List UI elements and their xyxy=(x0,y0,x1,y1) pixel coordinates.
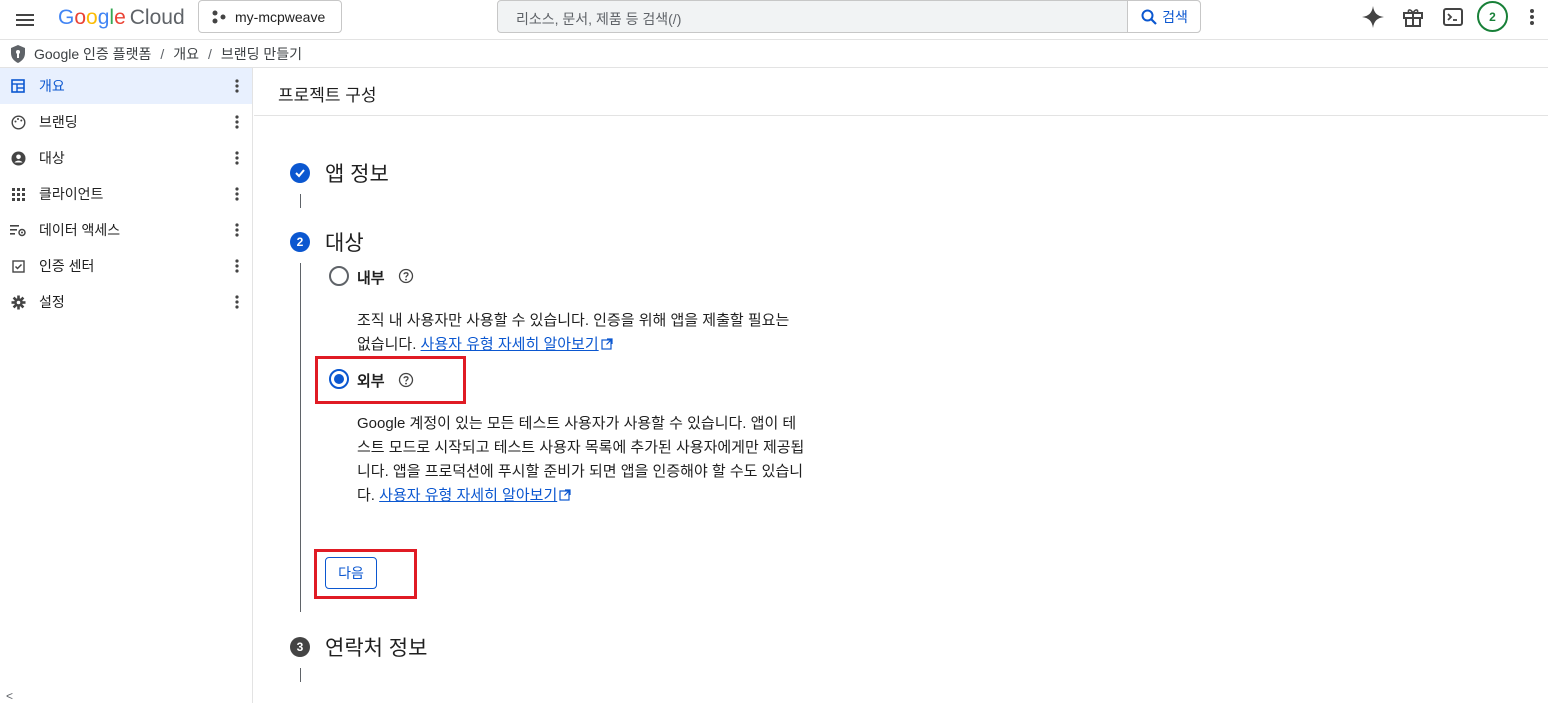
open-in-new-icon xyxy=(601,334,613,358)
more-vert-icon[interactable] xyxy=(235,78,239,94)
apps-grid-icon xyxy=(10,186,26,202)
radio-external[interactable] xyxy=(329,369,349,389)
option-label-internal[interactable]: 내부 xyxy=(357,267,385,288)
project-picker[interactable]: my-mcpweave xyxy=(198,0,342,33)
more-vert-icon[interactable] xyxy=(235,186,239,202)
sidebar-item-data-access[interactable]: 데이터 액세스 xyxy=(0,212,252,248)
menu-icon[interactable] xyxy=(12,7,38,33)
google-cloud-logo[interactable]: Google Cloud xyxy=(58,4,185,32)
more-vert-icon[interactable] xyxy=(235,222,239,238)
more-vert-icon[interactable] xyxy=(1519,4,1545,30)
cloud-shell-terminal-icon[interactable] xyxy=(1440,4,1466,30)
sidebar-item-label: 설정 xyxy=(39,294,65,310)
sidebar-item-overview[interactable]: 개요 xyxy=(0,68,252,104)
more-vert-icon[interactable] xyxy=(235,258,239,274)
divider xyxy=(254,115,1548,116)
sidebar-item-label: 데이터 액세스 xyxy=(39,222,121,238)
gift-icon[interactable] xyxy=(1400,4,1426,30)
learn-user-types-link[interactable]: 사용자 유형 자세히 알아보기 xyxy=(379,487,557,504)
sidebar-item-settings[interactable]: 설정 xyxy=(0,284,252,320)
sidebar-item-label: 브랜딩 xyxy=(39,114,78,130)
open-in-new-icon xyxy=(559,485,571,509)
breadcrumb-separator: / xyxy=(207,45,212,62)
sidebar-nav: 개요 브랜딩 대상 클라이언트 데이터 액세스 인증 센터 설정 < xyxy=(0,68,253,703)
check-circle-icon xyxy=(290,163,310,183)
learn-user-types-link[interactable]: 사용자 유형 자세히 알아보기 xyxy=(421,336,599,353)
shield-icon xyxy=(8,44,28,64)
project-nodes-icon xyxy=(211,9,227,25)
option-description-external: Google 계정이 있는 모든 테스트 사용자가 사용할 수 있습니다. 앱이… xyxy=(357,412,807,509)
more-vert-icon[interactable] xyxy=(235,114,239,130)
breadcrumb-item-create-branding: 브랜딩 만들기 xyxy=(220,45,303,62)
sidebar-item-label: 인증 센터 xyxy=(39,258,95,274)
help-icon[interactable] xyxy=(398,268,414,284)
sidebar-item-clients[interactable]: 클라이언트 xyxy=(0,176,252,212)
gear-icon xyxy=(10,294,26,310)
step-title-app-info[interactable]: 앱 정보 xyxy=(325,158,389,188)
step-number-badge: 3 xyxy=(290,637,310,657)
help-icon[interactable] xyxy=(398,372,414,388)
breadcrumb: Google 인증 플랫폼 / 개요 / 브랜딩 만들기 xyxy=(0,40,1548,68)
top-app-bar: Google Cloud my-mcpweave 리소스, 문서, 제품 등 검색… xyxy=(0,0,1548,40)
verified-check-icon xyxy=(10,258,26,274)
step-connector xyxy=(300,263,301,612)
breadcrumb-separator: / xyxy=(160,45,165,62)
sidebar-item-audience[interactable]: 대상 xyxy=(0,140,252,176)
main-content: 프로젝트 구성 앱 정보 2 대상 내부 조직 내 사용자만 사용할 수 있습니… xyxy=(254,68,1548,703)
step-number-badge: 2 xyxy=(290,232,310,252)
search-input[interactable]: 리소스, 문서, 제품 등 검색(/) xyxy=(516,9,681,29)
step-title-contact-info: 연락처 정보 xyxy=(325,637,428,660)
sidebar-item-label: 개요 xyxy=(39,78,65,94)
more-vert-icon[interactable] xyxy=(235,150,239,166)
sidebar-item-label: 클라이언트 xyxy=(39,186,104,202)
step-title-audience: 대상 xyxy=(325,232,364,255)
sidebar-item-verification-center[interactable]: 인증 센터 xyxy=(0,248,252,284)
search-button[interactable]: 검색 xyxy=(1127,1,1200,32)
breadcrumb-item-overview[interactable]: 개요 xyxy=(173,44,199,64)
account-avatar[interactable]: 2 xyxy=(1477,1,1508,32)
option-label-external[interactable]: 외부 xyxy=(357,370,385,391)
page-title: 프로젝트 구성 xyxy=(278,86,377,105)
data-settings-icon xyxy=(10,222,26,238)
gemini-sparkle-icon[interactable] xyxy=(1360,4,1386,30)
sidebar-item-branding[interactable]: 브랜딩 xyxy=(0,104,252,140)
search-bar[interactable]: 리소스, 문서, 제품 등 검색(/) 검색 xyxy=(497,0,1201,33)
collapse-sidebar-toggle[interactable]: < xyxy=(6,689,13,703)
search-icon xyxy=(1141,9,1157,25)
project-name: my-mcpweave xyxy=(235,8,326,25)
dashboard-icon xyxy=(10,78,26,94)
step-connector xyxy=(300,194,301,208)
radio-internal[interactable] xyxy=(329,266,349,286)
step-connector xyxy=(300,668,301,682)
next-button[interactable]: 다음 xyxy=(325,557,377,589)
breadcrumb-item-auth-platform[interactable]: Google 인증 플랫폼 xyxy=(34,44,151,64)
palette-icon xyxy=(10,114,26,130)
sidebar-item-label: 대상 xyxy=(39,150,65,166)
account-circle-icon xyxy=(10,150,26,166)
option-description-internal: 조직 내 사용자만 사용할 수 있습니다. 인증을 위해 앱을 제출할 필요는 … xyxy=(357,309,807,358)
more-vert-icon[interactable] xyxy=(235,294,239,310)
